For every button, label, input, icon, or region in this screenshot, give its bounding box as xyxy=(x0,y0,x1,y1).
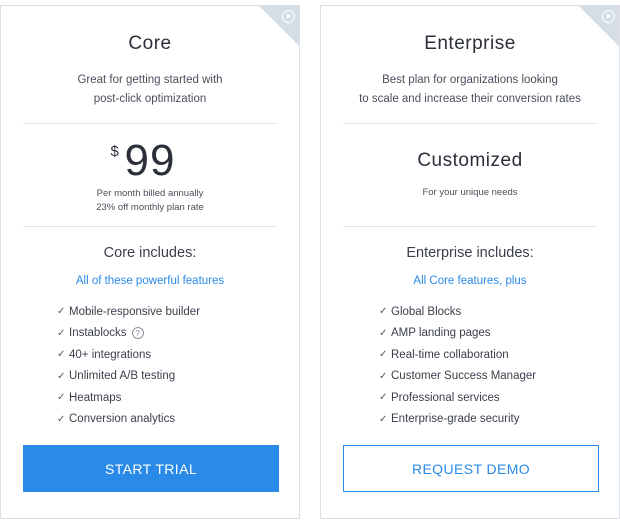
core-description-line-1: Great for getting started with xyxy=(77,74,223,86)
check-icon: ✓ xyxy=(57,349,66,361)
feature-item: ✓ Global Blocks xyxy=(379,301,536,323)
enterprise-plan-card: Enterprise Best plan for organizations l… xyxy=(320,5,620,519)
core-price: $ 99 xyxy=(1,136,299,186)
check-icon: ✓ xyxy=(57,327,66,339)
feature-label: Heatmaps xyxy=(69,391,122,404)
check-icon: ✓ xyxy=(57,370,66,382)
core-includes-heading: Core includes: xyxy=(103,245,197,261)
check-icon: ✓ xyxy=(57,413,66,425)
feature-item: ✓ Unlimited A/B testing xyxy=(57,366,200,388)
feature-label: Enterprise-grade security xyxy=(391,413,520,426)
feature-item: ✓ 40+ integrations xyxy=(57,344,200,366)
core-price-currency: $ xyxy=(110,143,119,160)
enterprise-plan-description: Best plan for organizations looking to s… xyxy=(341,71,599,109)
check-icon: ✓ xyxy=(379,349,388,361)
feature-item: ✓ Conversion analytics xyxy=(57,409,200,431)
check-icon: ✓ xyxy=(379,327,388,339)
play-icon[interactable] xyxy=(602,10,615,23)
feature-item: ✓ Mobile-responsive builder xyxy=(57,301,200,323)
enterprise-includes-heading: Enterprise includes: xyxy=(406,245,534,261)
feature-label: AMP landing pages xyxy=(391,327,491,340)
enterprise-description-line-2: to scale and increase their conversion r… xyxy=(359,93,581,105)
check-icon: ✓ xyxy=(379,392,388,404)
feature-label: Professional services xyxy=(391,391,500,404)
feature-label: Real-time collaboration xyxy=(391,348,509,361)
feature-item: ✓ Customer Success Manager xyxy=(379,366,536,388)
core-plan-card: Core Great for getting started with post… xyxy=(0,5,300,519)
core-plan-title: Core xyxy=(128,33,172,54)
feature-label: Conversion analytics xyxy=(69,413,176,426)
enterprise-plan-title: Enterprise xyxy=(424,33,516,54)
feature-item: ✓ Professional services xyxy=(379,387,536,409)
start-trial-button[interactable]: START TRIAL xyxy=(23,445,279,492)
feature-label: 40+ integrations xyxy=(69,348,152,361)
enterprise-description-line-1: Best plan for organizations looking xyxy=(382,74,558,86)
check-icon: ✓ xyxy=(57,392,66,404)
enterprise-feature-list: ✓ Global Blocks ✓ AMP landing pages ✓ Real-… xyxy=(379,301,536,430)
feature-item: ✓ AMP landing pages xyxy=(379,323,536,345)
core-divider-top xyxy=(23,123,277,124)
feature-item: ✓ Heatmaps xyxy=(57,387,200,409)
enterprise-features-highlight: All Core features, plus xyxy=(413,275,527,287)
feature-item: ✓ Real-time collaboration xyxy=(379,344,536,366)
check-icon: ✓ xyxy=(379,370,388,382)
enterprise-divider-bottom xyxy=(343,226,597,227)
core-price-note-billing: Per month billed annually xyxy=(96,188,204,199)
core-price-amount: 99 xyxy=(124,136,176,185)
enterprise-price-label: Customized xyxy=(417,150,523,171)
feature-item: ✓ Enterprise-grade security xyxy=(379,409,536,431)
check-icon: ✓ xyxy=(379,413,388,425)
enterprise-divider-top xyxy=(343,123,597,124)
core-price-note-discount: 23% off monthly plan rate xyxy=(96,202,204,213)
request-demo-button[interactable]: REQUEST DEMO xyxy=(343,445,599,492)
core-plan-description: Great for getting started with post-clic… xyxy=(21,71,279,109)
feature-label: Unlimited A/B testing xyxy=(69,370,176,383)
core-feature-list: ✓ Mobile-responsive builder ✓ Instablocks?… xyxy=(57,301,200,430)
core-divider-bottom xyxy=(23,226,277,227)
feature-label: Customer Success Manager xyxy=(391,370,537,383)
feature-label: Instablocks xyxy=(69,327,127,340)
check-icon: ✓ xyxy=(57,306,66,318)
feature-label: Global Blocks xyxy=(391,305,462,318)
feature-item: ✓ Instablocks? xyxy=(57,323,200,345)
play-icon[interactable] xyxy=(282,10,295,23)
help-icon[interactable]: ? xyxy=(131,327,144,340)
core-features-highlight: All of these powerful features xyxy=(75,275,225,287)
core-description-line-2: post-click optimization xyxy=(93,93,207,105)
check-icon: ✓ xyxy=(379,306,388,318)
enterprise-price-note: For your unique needs xyxy=(422,187,518,198)
feature-label: Mobile-responsive builder xyxy=(69,305,201,318)
